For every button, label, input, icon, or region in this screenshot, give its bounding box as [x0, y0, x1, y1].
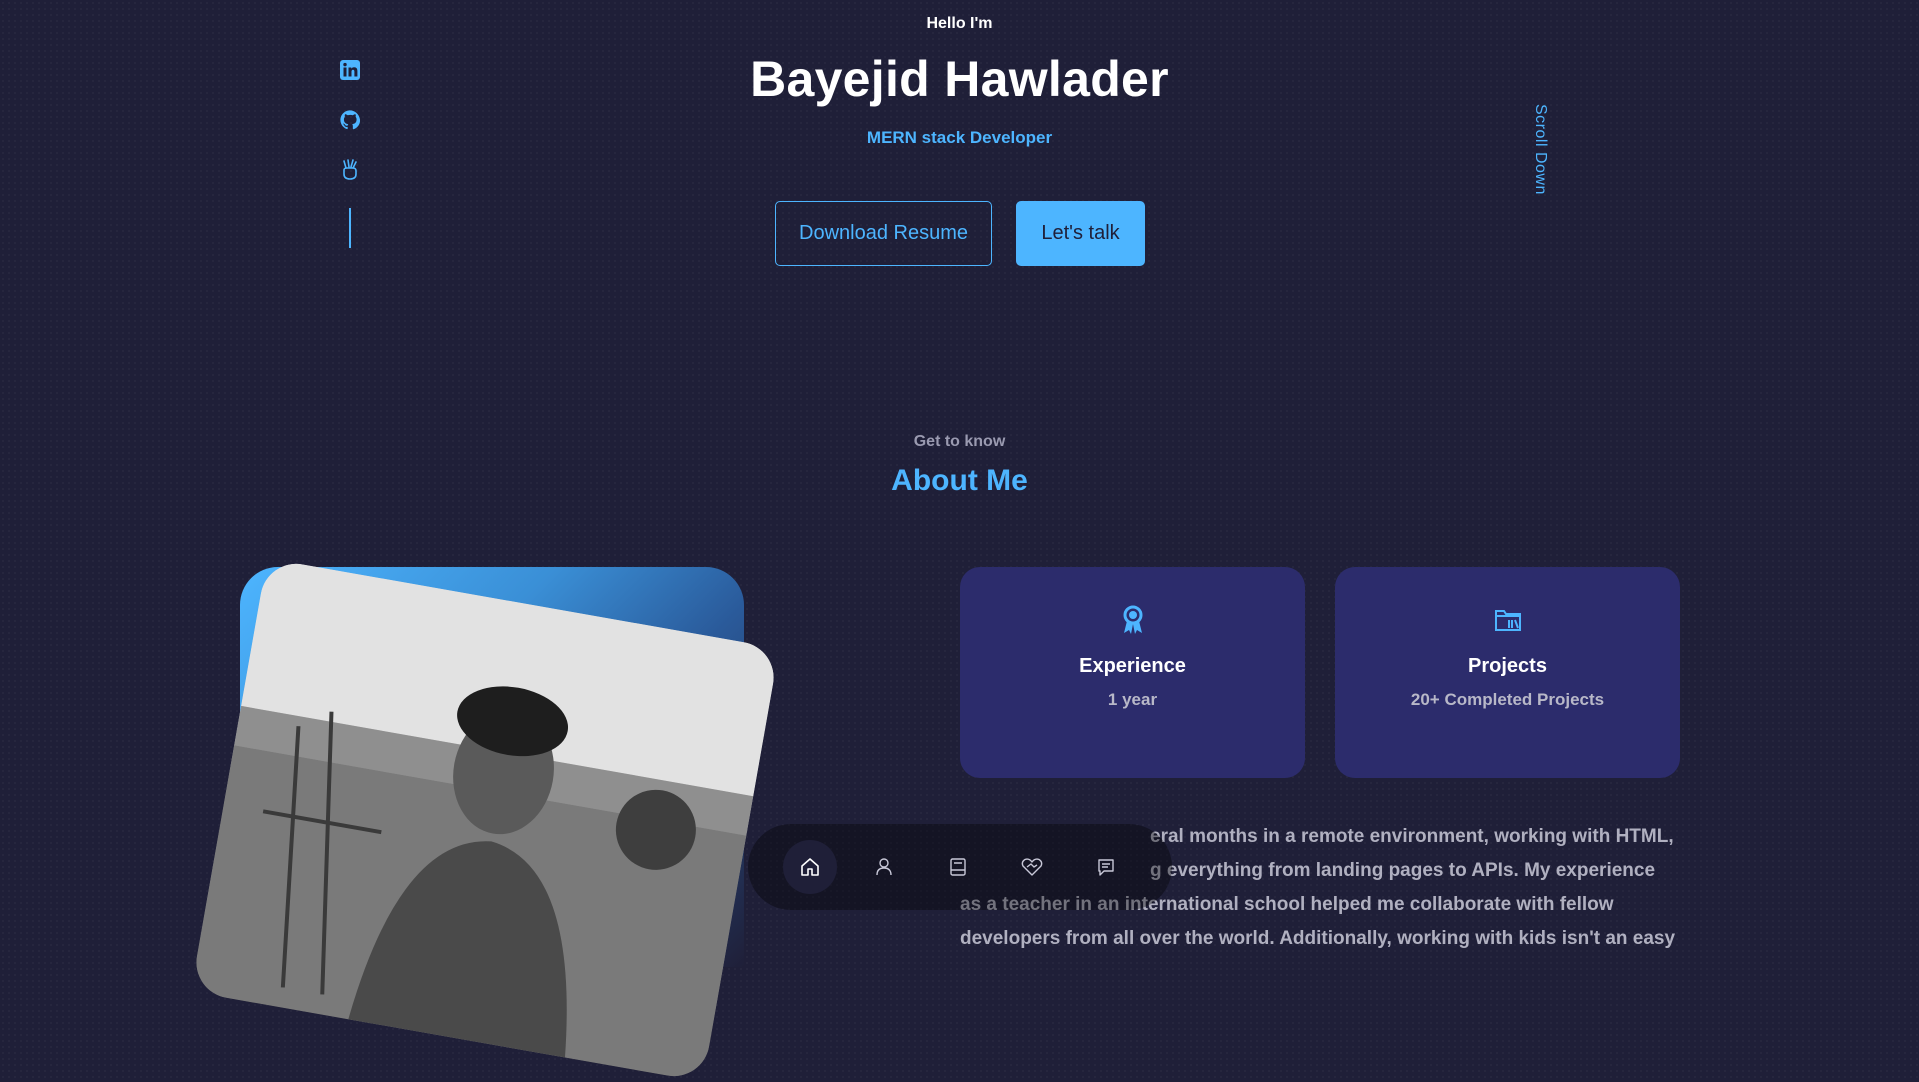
projects-title: Projects	[1468, 655, 1547, 677]
about-kicker: Get to know	[913, 433, 1006, 450]
nav-services[interactable]	[1005, 840, 1059, 894]
about-photo	[190, 558, 780, 1082]
github-icon[interactable]	[338, 108, 362, 132]
message-icon	[1098, 859, 1114, 876]
linkedin-icon[interactable]	[338, 58, 362, 82]
social-links	[338, 58, 362, 248]
projects-value: 20+ Completed Projects	[1410, 690, 1605, 709]
experience-value: 1 year	[1107, 690, 1158, 709]
book-icon	[950, 858, 966, 876]
folder-library-icon	[1494, 605, 1522, 635]
user-icon	[876, 858, 892, 876]
hero-role: MERN stack Developer	[866, 128, 1053, 147]
lets-talk-button[interactable]: Let's talk	[1016, 201, 1145, 266]
nav-home[interactable]	[783, 840, 837, 894]
bottom-nav	[748, 824, 1172, 910]
nav-about[interactable]	[857, 840, 911, 894]
experience-title: Experience	[1079, 655, 1186, 677]
nav-experience[interactable]	[931, 840, 985, 894]
experience-card: Experience 1 year	[960, 567, 1305, 778]
download-resume-button[interactable]: Download Resume	[775, 201, 992, 266]
angellist-icon[interactable]	[338, 158, 362, 182]
hello-text: Hello I'm	[926, 15, 993, 32]
scroll-down-link[interactable]: Scroll Down	[1531, 104, 1549, 195]
award-icon	[1119, 605, 1147, 635]
social-divider-line	[349, 208, 351, 248]
services-icon	[1021, 858, 1043, 876]
hero-name: Bayejid Hawlader	[750, 51, 1169, 107]
about-title: About Me	[891, 464, 1028, 497]
nav-contact[interactable]	[1079, 840, 1133, 894]
projects-card: Projects 20+ Completed Projects	[1335, 567, 1680, 778]
home-icon	[801, 858, 819, 876]
